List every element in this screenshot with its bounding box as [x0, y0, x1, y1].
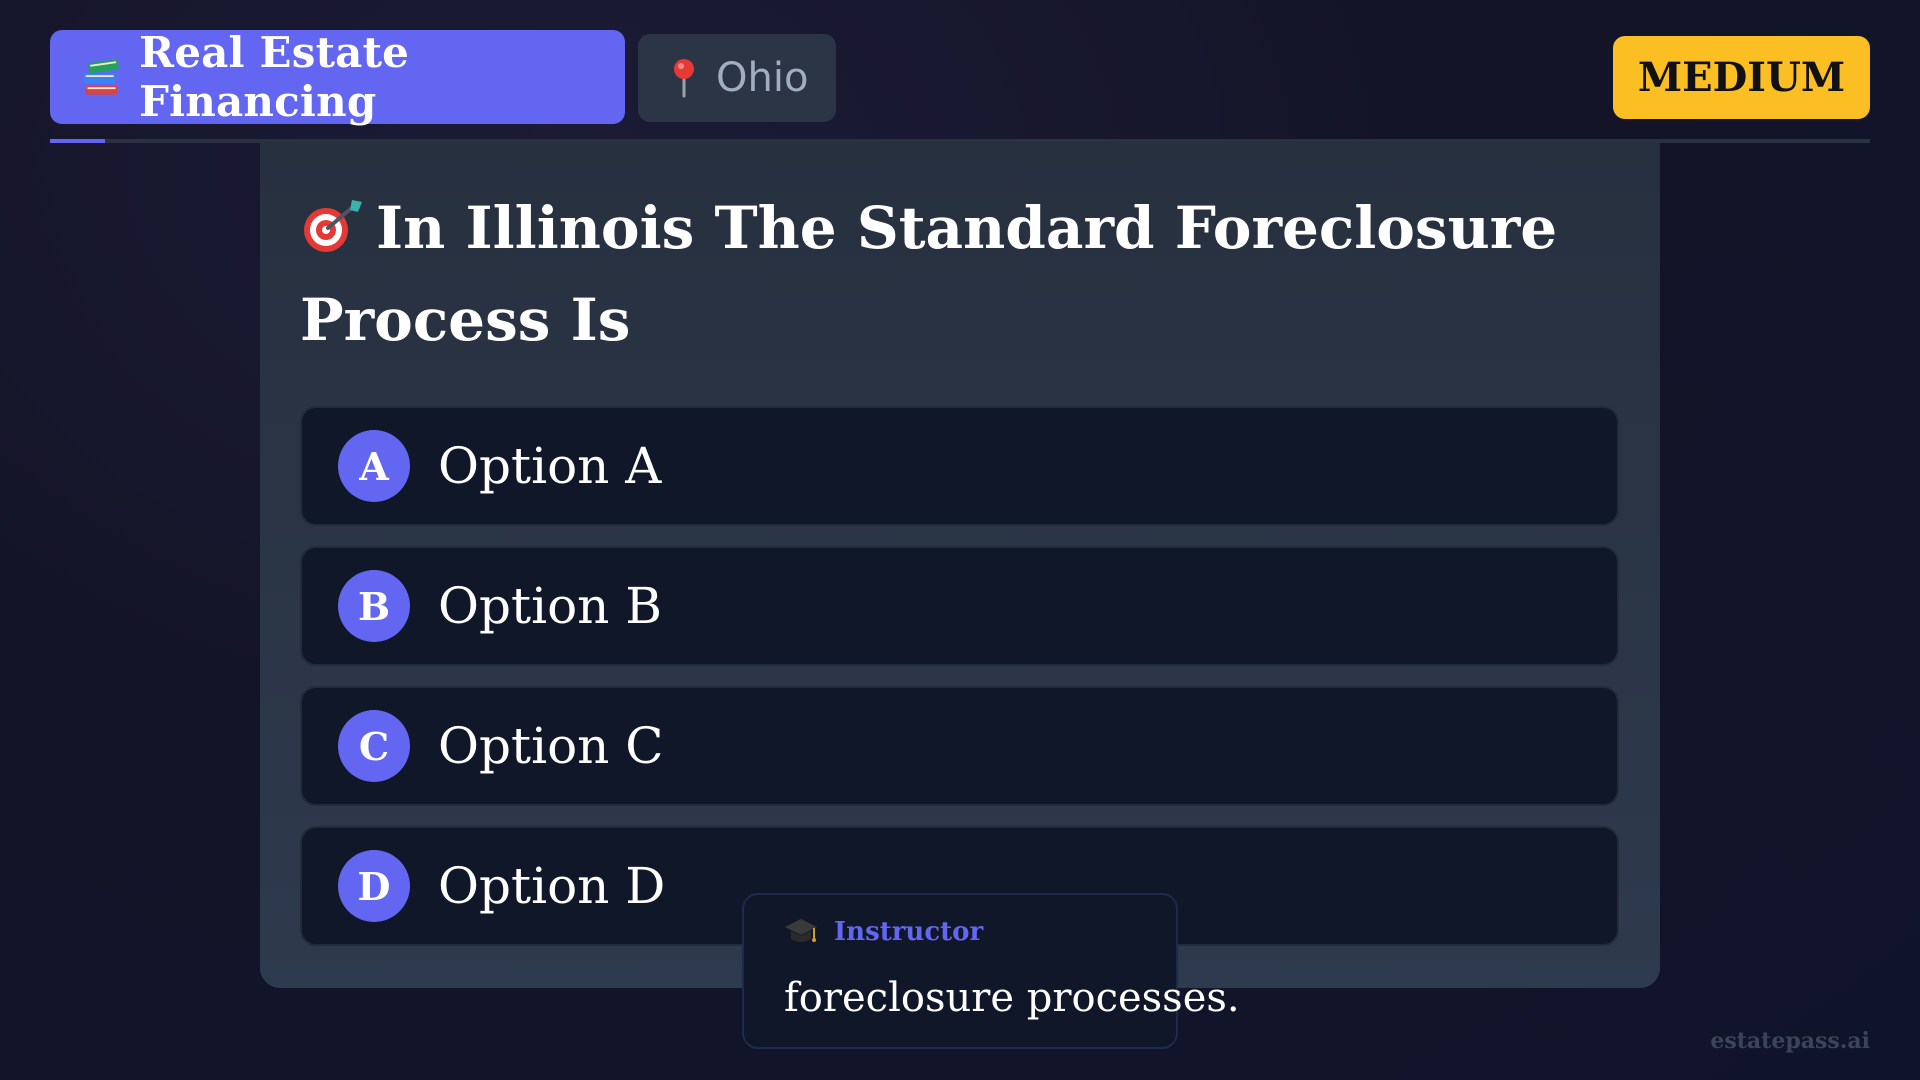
header: Real Estate Financing Ohio MEDIUM — [50, 28, 1870, 126]
state-pill[interactable]: Ohio — [638, 34, 836, 122]
instructor-box: Instructor foreclosure processes. — [742, 893, 1240, 1049]
watermark: estatepass.ai — [1710, 1028, 1870, 1054]
option-letter: D — [338, 850, 410, 922]
instructor-message: foreclosure processes. — [784, 975, 1240, 1021]
topic-pill[interactable]: Real Estate Financing — [50, 28, 625, 126]
option-text: Option B — [438, 577, 663, 635]
option-letter: A — [338, 430, 410, 502]
instructor-name: Instructor — [834, 917, 984, 947]
option-letter: B — [338, 570, 410, 642]
question-title: In Illinois The Standard Foreclosure Pro… — [300, 182, 1630, 366]
question-card: In Illinois The Standard Foreclosure Pro… — [260, 142, 1660, 988]
option-b[interactable]: B Option B — [300, 546, 1619, 666]
topic-label: Real Estate Financing — [139, 28, 410, 126]
option-a[interactable]: A Option A — [300, 406, 1619, 526]
location-pin-icon — [674, 59, 694, 98]
question-text: In Illinois The Standard Foreclosure Pro… — [300, 194, 1558, 354]
option-text: Option A — [438, 437, 662, 495]
progress-fill — [50, 139, 105, 143]
option-text: Option D — [438, 857, 666, 915]
books-icon — [83, 59, 119, 95]
option-c[interactable]: C Option C — [300, 686, 1619, 806]
instructor-header: Instructor — [784, 917, 983, 947]
target-icon — [304, 200, 362, 252]
option-letter: C — [338, 710, 410, 782]
state-label: Ohio — [716, 55, 809, 101]
graduation-cap-icon — [785, 919, 817, 942]
difficulty-badge: MEDIUM — [1613, 36, 1870, 119]
option-text: Option C — [438, 717, 664, 775]
